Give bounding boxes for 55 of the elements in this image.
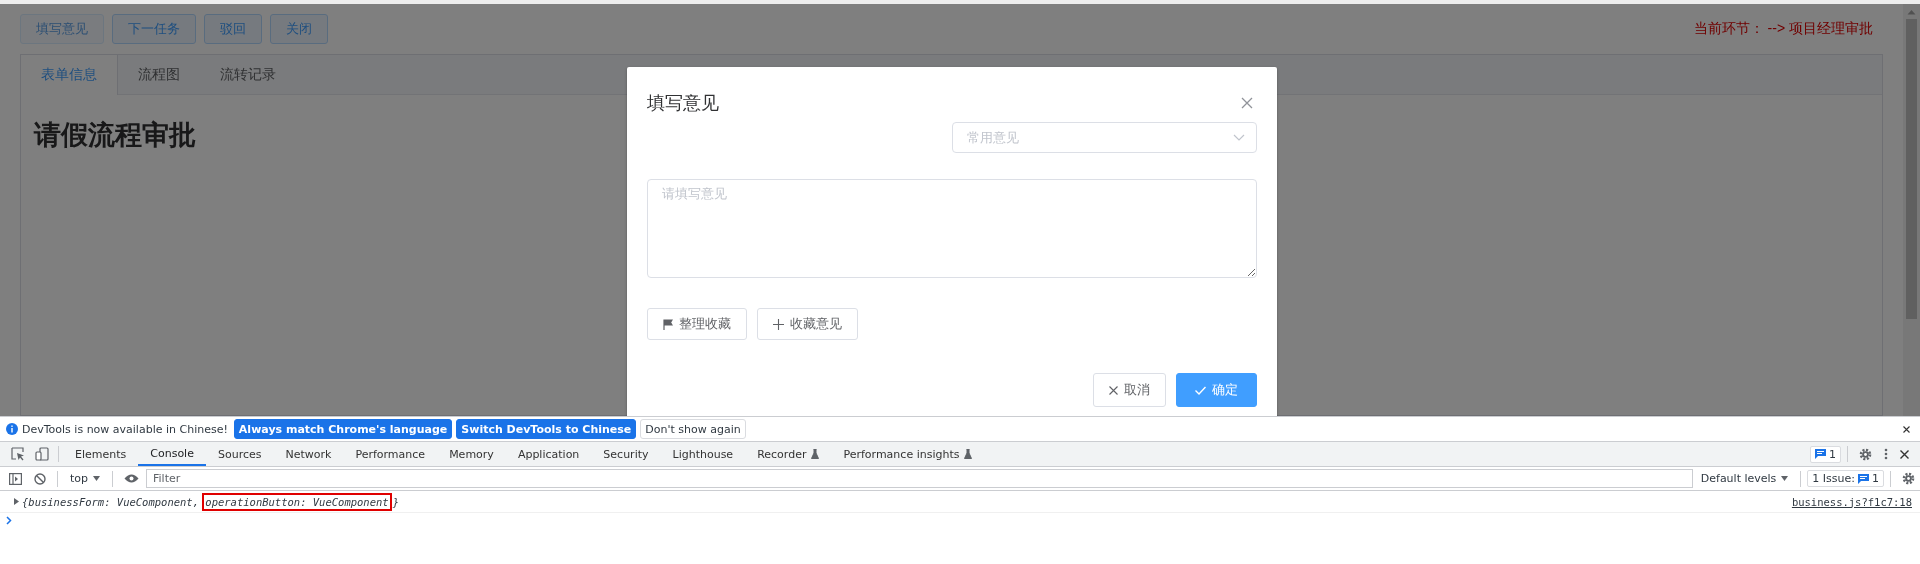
- levels-dropdown[interactable]: Default levels: [1694, 472, 1795, 485]
- action-button[interactable]: 整理收藏: [647, 308, 747, 340]
- expand-triangle-icon: [14, 498, 19, 505]
- flag-icon: [663, 318, 673, 330]
- current-step-label: 当前环节： --> 项目经理审批: [1693, 20, 1873, 38]
- filter-field[interactable]: Filter: [146, 469, 1693, 488]
- devtools-tab[interactable]: Recorder: [745, 442, 832, 466]
- scroll-up-icon: [1907, 9, 1916, 15]
- message-icon: [1815, 449, 1826, 459]
- cursor-in-box-icon: [11, 447, 25, 461]
- message-icon: [1858, 473, 1869, 484]
- device-icon: [35, 447, 49, 461]
- dropdown-triangle-icon: [1781, 476, 1789, 481]
- devtools-tab[interactable]: Performance: [343, 442, 438, 466]
- devtools-tab[interactable]: Console: [138, 442, 206, 466]
- dialog-title: 填写意见: [647, 91, 719, 115]
- devtools-tab[interactable]: Application: [505, 442, 592, 466]
- close-icon: [1109, 385, 1118, 395]
- devtools-tab[interactable]: Lighthouse: [660, 442, 746, 466]
- source-link[interactable]: business.js?f1c7:18: [1791, 495, 1912, 508]
- devtools-tab[interactable]: Sources: [205, 442, 274, 466]
- infobar-button[interactable]: Switch DevTools to Chinese: [456, 419, 637, 439]
- prompt-chevron-icon: [6, 516, 12, 525]
- dropdown-triangle-icon: [93, 476, 101, 481]
- devtools-tab[interactable]: Network: [273, 442, 344, 466]
- check-icon: [1195, 385, 1206, 395]
- info-icon: [6, 423, 18, 435]
- settings-icon: [1902, 472, 1915, 485]
- close-icon: [1900, 449, 1909, 459]
- cancel-button[interactable]: 取消: [1093, 373, 1166, 407]
- eye-icon: [124, 474, 140, 483]
- close-icon: [1903, 425, 1910, 433]
- chevron-down-icon: [1233, 134, 1245, 142]
- devtools-tab[interactable]: Elements: [63, 442, 139, 466]
- infobar-button[interactable]: Always match Chrome's language: [233, 419, 453, 439]
- issues-button[interactable]: 1 Issue: 1: [1807, 470, 1884, 487]
- scrollbar[interactable]: [1903, 4, 1920, 416]
- more-icon: [1884, 448, 1888, 460]
- action-button[interactable]: 收藏意见: [757, 308, 858, 340]
- opinion-field[interactable]: 请填写意见: [647, 179, 1257, 278]
- block-icon: [34, 472, 46, 485]
- close-icon: [1241, 96, 1253, 109]
- infobar-button[interactable]: Don't show again: [640, 419, 746, 439]
- devtools-tab[interactable]: Security: [591, 442, 661, 466]
- sidebar-icon: [9, 472, 22, 485]
- log-message[interactable]: {businessForm: VueComponent, operationButton: VueComponent }: [22, 495, 399, 508]
- opinion-select[interactable]: 常用意见: [952, 122, 1257, 154]
- settings-icon: [1859, 447, 1872, 461]
- infobar-message: DevTools is now available in Chinese!: [22, 422, 228, 436]
- devtools-tab[interactable]: Performance insights: [831, 442, 985, 466]
- devtools-tab[interactable]: Memory: [437, 442, 506, 466]
- context-dropdown[interactable]: top: [64, 472, 107, 485]
- plus-icon: [773, 318, 784, 330]
- messages-badge[interactable]: 1: [1810, 445, 1841, 463]
- form-title: 请假流程审批: [34, 119, 196, 152]
